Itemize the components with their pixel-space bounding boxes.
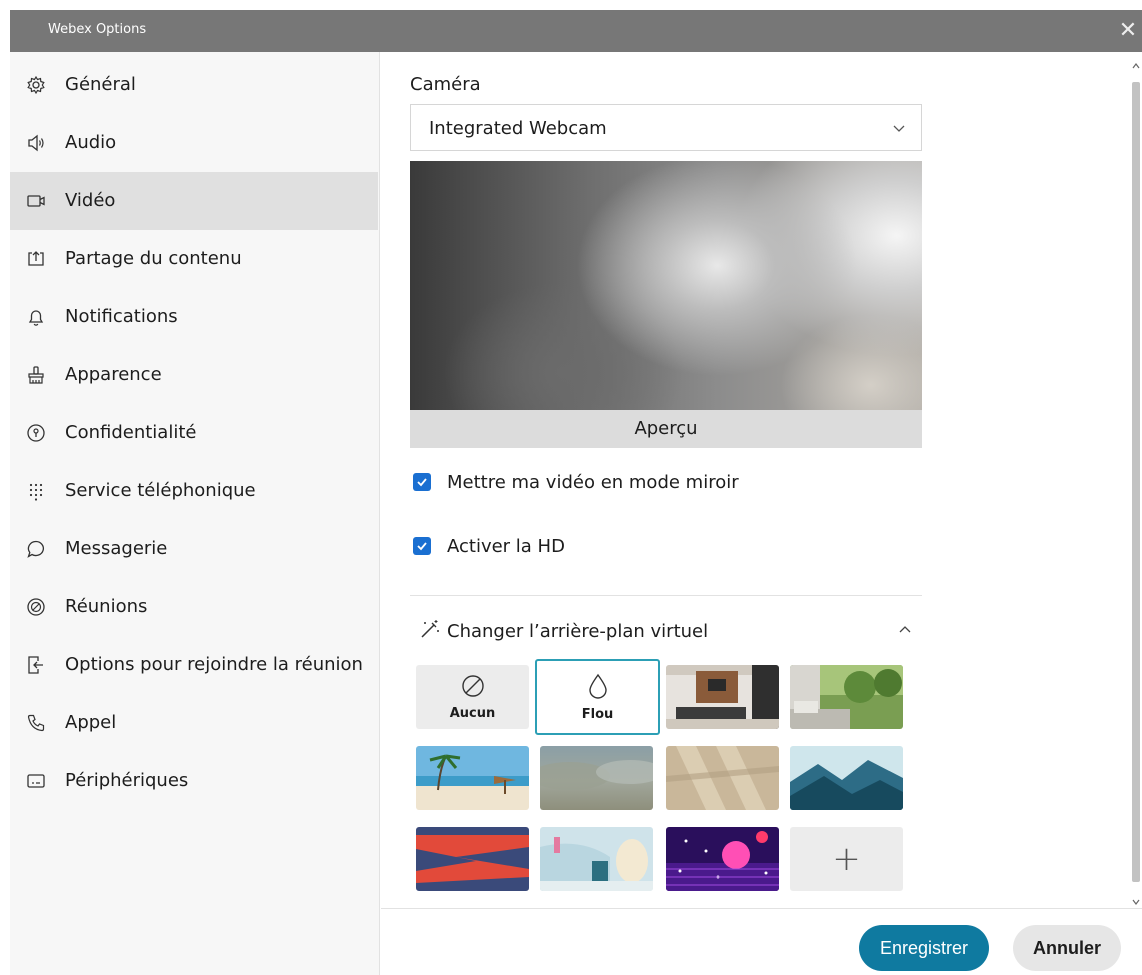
- sidebar-item-video[interactable]: Vidéo: [10, 172, 378, 230]
- sidebar-item-privacy[interactable]: Confidentialité: [10, 404, 378, 462]
- save-button[interactable]: Enregistrer: [859, 925, 989, 971]
- plus-icon: +: [832, 839, 861, 879]
- background-beach-tile[interactable]: [416, 746, 529, 810]
- background-forest-room-tile[interactable]: [790, 665, 903, 729]
- scroll-up-icon[interactable]: [1131, 56, 1141, 69]
- magic-wand-icon: [419, 618, 441, 644]
- enable-hd-label: Activer la HD: [447, 535, 565, 557]
- background-blur-tile[interactable]: Flou: [535, 659, 660, 735]
- video-camera-icon: [26, 191, 46, 211]
- sidebar-item-label: Audio: [65, 132, 117, 153]
- enable-hd-checkbox[interactable]: [413, 537, 431, 555]
- virtual-background-header[interactable]: Changer l’arrière-plan virtuel: [419, 618, 919, 644]
- sidebar-item-label: Apparence: [65, 364, 162, 385]
- sidebar-item-devices[interactable]: Périphériques: [10, 752, 378, 810]
- bell-icon: [26, 307, 46, 327]
- camera-select-value: Integrated Webcam: [429, 118, 607, 139]
- chat-bubble-icon: [26, 539, 46, 559]
- dialog-footer: Enregistrer Annuler: [381, 908, 1142, 975]
- section-divider: [410, 595, 922, 596]
- virtual-background-label: Changer l’arrière-plan virtuel: [447, 620, 709, 642]
- sidebar-item-label: Notifications: [65, 306, 178, 327]
- sidebar-item-content-sharing[interactable]: Partage du contenu: [10, 230, 378, 288]
- scroll-thumb[interactable]: [1132, 82, 1140, 882]
- sidebar-item-label: Confidentialité: [65, 422, 197, 443]
- sidebar-item-label: Messagerie: [65, 538, 168, 559]
- sidebar-item-label: Vidéo: [65, 190, 116, 211]
- background-red-zigzag-tile[interactable]: [416, 827, 529, 891]
- sidebar-item-label: Réunions: [65, 596, 148, 617]
- camera-preview-image: [410, 161, 922, 410]
- background-pastel-room-tile[interactable]: [540, 827, 653, 891]
- sidebar-item-label: Général: [65, 74, 136, 95]
- meetings-icon: [26, 597, 46, 617]
- background-neon-sunset-tile[interactable]: [666, 827, 779, 891]
- no-symbol-icon: [461, 674, 485, 702]
- window-title: Webex Options: [48, 22, 147, 37]
- background-window-light-tile[interactable]: [666, 746, 779, 810]
- sidebar-item-call[interactable]: Appel: [10, 694, 378, 752]
- background-mountain-blur-tile[interactable]: [540, 746, 653, 810]
- background-living-room-tile[interactable]: [666, 665, 779, 729]
- preview-caption: Aperçu: [410, 410, 922, 448]
- gear-icon: [26, 75, 46, 95]
- join-icon: [26, 655, 46, 675]
- privacy-icon: [26, 423, 46, 443]
- droplet-icon: [587, 673, 609, 703]
- enable-hd-option[interactable]: Activer la HD: [413, 533, 565, 559]
- sidebar-item-label: Appel: [65, 712, 117, 733]
- content-scrollbar[interactable]: [1129, 52, 1142, 908]
- scroll-down-icon[interactable]: [1131, 892, 1141, 905]
- background-none-tile[interactable]: Aucun: [416, 665, 529, 729]
- sidebar-item-phone-service[interactable]: Service téléphonique: [10, 462, 378, 520]
- background-none-label: Aucun: [449, 705, 496, 721]
- camera-label: Caméra: [410, 74, 481, 95]
- sidebar-item-general[interactable]: Général: [10, 56, 378, 114]
- sidebar-item-meetings[interactable]: Réunions: [10, 578, 378, 636]
- sidebar-item-label: Options pour rejoindre la réunion: [65, 654, 363, 675]
- sidebar: Général Audio Vidéo Partage du contenu N…: [10, 52, 380, 975]
- window-titlebar: Webex Options ✕: [10, 10, 1142, 52]
- background-blur-label: Flou: [581, 706, 614, 722]
- close-icon[interactable]: ✕: [1116, 17, 1140, 45]
- phone-icon: [26, 713, 46, 733]
- camera-select[interactable]: Integrated Webcam: [410, 104, 922, 151]
- sidebar-item-notifications[interactable]: Notifications: [10, 288, 378, 346]
- dialpad-icon: [26, 481, 46, 501]
- cancel-button[interactable]: Annuler: [1013, 925, 1121, 971]
- sidebar-item-audio[interactable]: Audio: [10, 114, 378, 172]
- mirror-video-checkbox[interactable]: [413, 473, 431, 491]
- chevron-down-icon: [891, 120, 907, 136]
- video-settings-panel: Caméra Integrated Webcam Aperçu Mettre m…: [381, 52, 1129, 908]
- sidebar-item-appearance[interactable]: Apparence: [10, 346, 378, 404]
- sidebar-item-label: Périphériques: [65, 770, 189, 791]
- background-blue-mountains-tile[interactable]: [790, 746, 903, 810]
- mirror-video-label: Mettre ma vidéo en mode miroir: [447, 471, 739, 493]
- sidebar-item-messaging[interactable]: Messagerie: [10, 520, 378, 578]
- sidebar-item-label: Partage du contenu: [65, 248, 242, 269]
- share-upload-icon: [26, 249, 46, 269]
- chevron-up-icon[interactable]: [897, 622, 913, 638]
- devices-icon: [26, 771, 46, 791]
- sidebar-item-label: Service téléphonique: [65, 480, 256, 501]
- speaker-icon: [26, 133, 46, 153]
- sidebar-item-join-options[interactable]: Options pour rejoindre la réunion: [10, 636, 378, 694]
- add-background-button[interactable]: +: [790, 827, 903, 891]
- paint-icon: [26, 365, 46, 385]
- mirror-video-option[interactable]: Mettre ma vidéo en mode miroir: [413, 469, 739, 495]
